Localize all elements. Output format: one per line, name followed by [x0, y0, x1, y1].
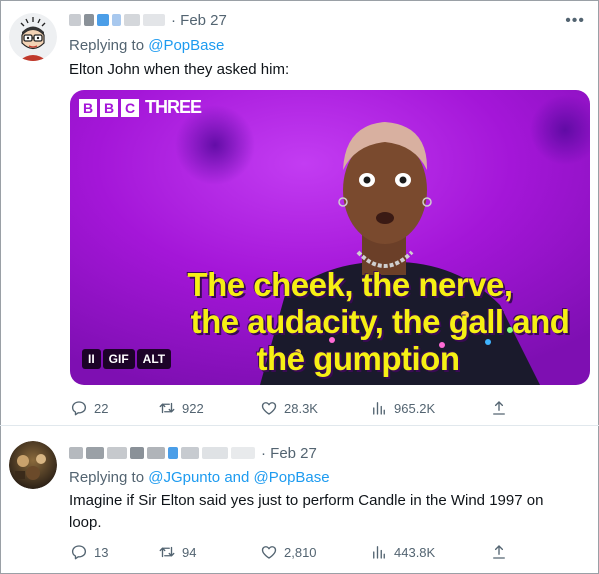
bbc-three-logo: B B C THREE: [79, 97, 202, 118]
alt-badge[interactable]: ALT: [136, 349, 172, 369]
tweet-actions: 13 94 2,810 443.8K: [70, 543, 510, 563]
reply-button[interactable]: 13: [70, 543, 108, 561]
views-button[interactable]: 443.8K: [370, 543, 435, 561]
replying-to: Replying to @JGpunto and @PopBase: [69, 469, 330, 486]
tweet[interactable]: · Feb 27 ••• Replying to @PopBase Elton …: [0, 0, 599, 426]
svg-text:B: B: [83, 100, 93, 116]
reply-count: 22: [94, 400, 109, 416]
like-count: 28.3K: [284, 400, 318, 416]
retweet-count: 922: [182, 400, 204, 416]
retweet-icon: [159, 546, 175, 558]
pause-button[interactable]: II: [82, 349, 101, 369]
avatar[interactable]: [9, 13, 57, 61]
more-icon[interactable]: •••: [565, 12, 585, 30]
tweet-text: Imagine if Sir Elton said yes just to pe…: [69, 492, 544, 531]
tweet-date[interactable]: · Feb 27: [261, 445, 317, 462]
views-icon: [373, 402, 385, 415]
author-name[interactable]: [69, 14, 165, 26]
svg-text:C: C: [125, 100, 135, 116]
tweet-actions: 22 922 28.3K 965.2K: [70, 399, 510, 419]
like-button[interactable]: 2,810: [260, 543, 317, 561]
replying-to: Replying to @PopBase: [69, 37, 225, 54]
tweet-date[interactable]: · Feb 27: [171, 12, 227, 29]
reply-icon: [71, 401, 87, 416]
share-button[interactable]: [490, 399, 508, 417]
caption-line: The cheek, the nerve,: [187, 266, 513, 303]
mention-link[interactable]: @PopBase: [148, 37, 224, 54]
retweet-count: 94: [182, 544, 197, 560]
retweet-button[interactable]: 922: [158, 399, 204, 417]
svg-text:B: B: [104, 100, 114, 116]
view-count: 965.2K: [394, 400, 436, 416]
views-icon: [373, 546, 385, 559]
retweet-button[interactable]: 94: [158, 543, 196, 561]
share-button[interactable]: [490, 543, 508, 561]
like-count: 2,810: [284, 544, 317, 560]
reply-icon: [71, 545, 87, 560]
tweet-text: Elton John when they asked him:: [69, 61, 290, 78]
tweet-header: · Feb 27: [69, 443, 317, 463]
gif-badge: GIF: [102, 349, 135, 369]
like-icon: [261, 546, 277, 559]
like-button[interactable]: 28.3K: [260, 399, 318, 417]
like-icon: [261, 402, 277, 415]
tweet-header: · Feb 27: [69, 10, 227, 30]
tweet-media-gif[interactable]: B B C THREE The cheek, the nerve, the au…: [70, 90, 590, 385]
reply-count: 13: [94, 544, 109, 560]
author-name[interactable]: [69, 447, 255, 459]
avatar[interactable]: [9, 441, 57, 489]
view-count: 443.8K: [394, 544, 436, 560]
share-icon: [493, 401, 505, 415]
reply-button[interactable]: 22: [70, 399, 108, 417]
tweet[interactable]: · Feb 27 Replying to @JGpunto and @PopBa…: [0, 427, 599, 574]
media-badges: II GIF ALT: [82, 349, 172, 369]
retweet-icon: [159, 402, 175, 414]
mention-link[interactable]: @JGpunto and @PopBase: [148, 469, 329, 486]
caption-line: the audacity, the gall and: [190, 303, 570, 340]
views-button[interactable]: 965.2K: [370, 399, 435, 417]
share-icon: [493, 545, 505, 559]
